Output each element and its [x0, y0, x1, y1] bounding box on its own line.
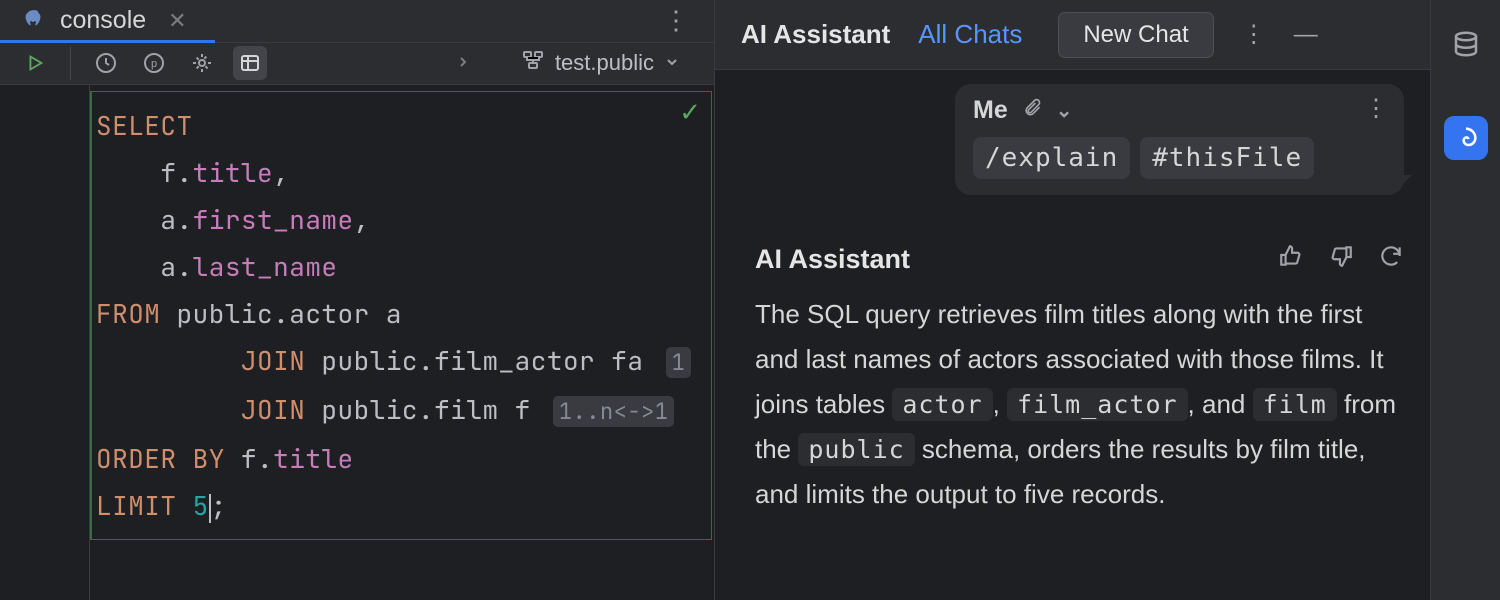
user-chips: /explain #thisFile — [973, 137, 1386, 179]
join-hint: 1..n<->1 — [553, 396, 675, 427]
editor-pane: console ✕ ⋮ p test.public — [0, 0, 715, 600]
editor-toolbar: p test.public — [0, 43, 714, 86]
ai-swirl-icon[interactable] — [1444, 116, 1488, 160]
command-chip[interactable]: /explain — [973, 137, 1130, 179]
sql-code[interactable]: SELECT f.title, a.first_name, a.last_nam… — [92, 92, 711, 539]
gear-icon[interactable] — [185, 46, 219, 80]
code-token: actor — [892, 388, 992, 421]
run-icon[interactable] — [18, 46, 52, 80]
plan-icon[interactable]: p — [137, 46, 171, 80]
tab-bar: console ✕ ⋮ — [0, 0, 714, 43]
all-chats-link[interactable]: All Chats — [918, 19, 1022, 50]
chevron-down-icon — [664, 50, 680, 76]
ai-name: AI Assistant — [755, 244, 910, 275]
kw-from: FROM — [96, 296, 160, 331]
kw-select: SELECT — [96, 108, 193, 143]
chat-header: AI Assistant All Chats New Chat ⋮ — — [715, 0, 1430, 70]
kw-orderby: ORDER BY — [96, 441, 225, 476]
breadcrumb[interactable]: test.public — [455, 48, 696, 78]
attach-icon[interactable] — [1022, 98, 1042, 124]
user-name: Me — [973, 96, 1008, 125]
code-token: public — [798, 433, 914, 466]
more-icon[interactable]: ⋮ — [1242, 20, 1266, 49]
edit-icon[interactable]: ⌄ — [1056, 98, 1073, 123]
editor-body[interactable]: ✓ SELECT f.title, a.first_name, a.last_n… — [0, 85, 714, 600]
ai-message-text: The SQL query retrieves film titles alon… — [755, 292, 1404, 517]
new-chat-button[interactable]: New Chat — [1058, 12, 1213, 58]
bubble-tail — [1398, 175, 1412, 189]
tab-label: console — [60, 6, 146, 35]
regenerate-icon[interactable] — [1378, 243, 1404, 276]
history-icon[interactable] — [89, 46, 123, 80]
kw-limit: LIMIT — [96, 488, 177, 523]
close-icon[interactable]: ✕ — [168, 8, 186, 34]
minimize-icon[interactable]: — — [1294, 21, 1318, 49]
code-region[interactable]: ✓ SELECT f.title, a.first_name, a.last_n… — [90, 91, 712, 540]
join-hint: 1 — [666, 347, 692, 378]
check-icon: ✓ — [679, 97, 701, 128]
schema-icon — [521, 48, 545, 78]
ai-message-header: AI Assistant — [755, 243, 1404, 276]
breadcrumb-label: test.public — [555, 50, 654, 76]
chat-pane: AI Assistant All Chats New Chat ⋮ — Me ⌄… — [715, 0, 1430, 600]
thumbs-down-icon[interactable] — [1328, 243, 1354, 276]
context-chip[interactable]: #thisFile — [1140, 137, 1314, 179]
database-icon[interactable] — [1444, 22, 1488, 66]
ai-actions — [1278, 243, 1404, 276]
chat-title: AI Assistant — [741, 19, 890, 50]
right-tool-strip — [1430, 0, 1500, 600]
more-icon[interactable]: ⋮ — [663, 5, 690, 36]
gutter — [0, 85, 90, 600]
user-message: Me ⌄ ⋮ /explain #thisFile — [955, 84, 1404, 195]
thumbs-up-icon[interactable] — [1278, 243, 1304, 276]
chat-body: Me ⌄ ⋮ /explain #thisFile AI Assistant — [715, 70, 1430, 600]
code-token: film_actor — [1007, 388, 1188, 421]
chevron-right-icon — [455, 50, 471, 76]
code-token: film — [1253, 388, 1337, 421]
grid-icon[interactable] — [233, 46, 267, 80]
svg-text:p: p — [151, 58, 157, 70]
more-icon[interactable]: ⋮ — [1364, 94, 1388, 123]
separator — [70, 46, 71, 80]
user-message-header: Me ⌄ — [973, 96, 1386, 125]
postgres-icon — [20, 7, 48, 35]
kw-join: JOIN — [241, 343, 305, 378]
tab-console[interactable]: console ✕ — [0, 0, 207, 42]
